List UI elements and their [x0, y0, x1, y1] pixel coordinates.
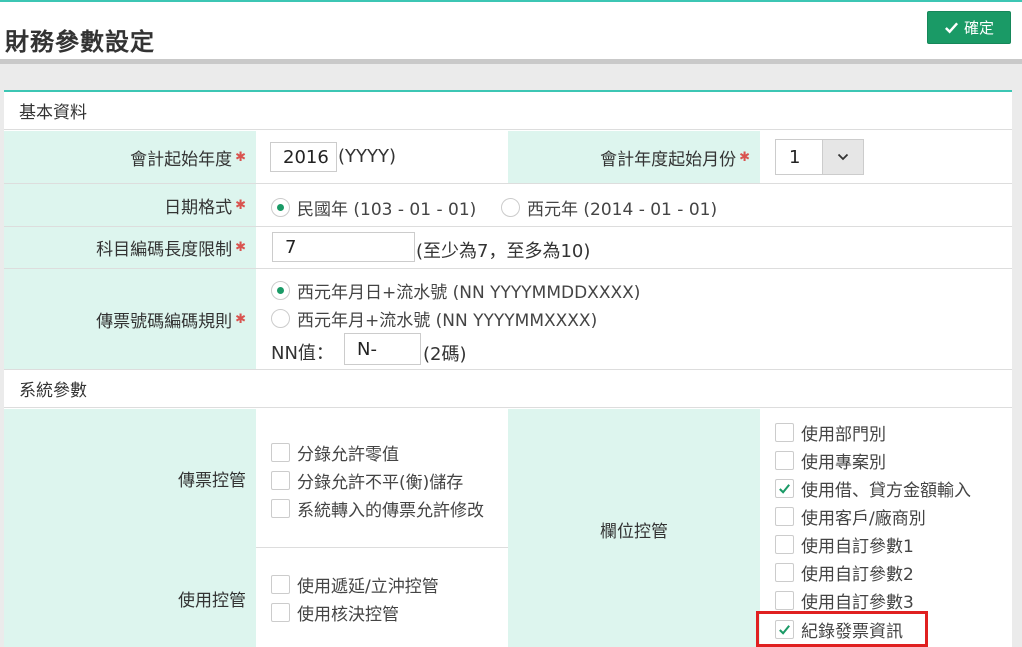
opt-debit-credit[interactable]: 使用借、貸方金額輸入 [775, 476, 971, 501]
start-month-value: 1 [789, 146, 801, 168]
checkbox-icon[interactable] [271, 499, 290, 518]
voucher-control-label: 傳票控管 [4, 409, 256, 547]
account-length-label: 科目編碼長度限制 ✱ [4, 227, 256, 268]
opt-deferral-control[interactable]: 使用遞延/立沖控管 [271, 572, 439, 597]
fiscal-year-cell: 2016 (YYYY) [256, 131, 508, 183]
voucher-rule-option-ymd[interactable]: 西元年月日+流水號 (NN YYYYMMDDXXXX) [271, 278, 640, 303]
checkbox-checked-icon[interactable] [775, 479, 794, 498]
section-basic-title: 基本資料 [4, 92, 1012, 130]
opt-project[interactable]: 使用專案別 [775, 448, 886, 473]
opt-custom-param-1[interactable]: 使用自訂參數1 [775, 532, 914, 557]
nn-input[interactable]: N- [344, 333, 421, 365]
checkbox-icon[interactable] [775, 535, 794, 554]
voucher-rule-option-ym[interactable]: 西元年月+流水號 (NN YYYYMMXXXX) [271, 306, 597, 331]
confirm-button[interactable]: 確定 [927, 11, 1011, 44]
voucher-rule-label: 傳票號碼編碼規則 ✱ [4, 269, 256, 369]
asterisk-icon: ✱ [235, 240, 246, 255]
start-month-label: 會計年度起始月份 ✱ [508, 131, 760, 183]
checkbox-icon[interactable] [775, 507, 794, 526]
asterisk-icon: ✱ [235, 197, 246, 213]
section-system-title: 系統參數 [4, 370, 1012, 408]
checkbox-icon[interactable] [775, 591, 794, 610]
radio-icon[interactable] [501, 198, 520, 217]
radio-icon[interactable] [271, 309, 290, 328]
field-control-label: 欄位控管 [508, 409, 760, 647]
fiscal-year-hint: (YYYY) [338, 146, 397, 167]
asterisk-icon: ✱ [235, 149, 246, 165]
radio-selected-icon[interactable] [271, 281, 290, 300]
asterisk-icon: ✱ [235, 311, 246, 327]
checkbox-icon[interactable] [271, 603, 290, 622]
row-divider [256, 547, 508, 548]
settings-panel: 基本資料 會計起始年度 ✱ 2016 (YYYY) 會計年度起始月份 ✱ 1 日期格… [4, 90, 1012, 647]
nn-hint: (2碼) [423, 344, 467, 365]
fiscal-year-label: 會計起始年度 ✱ [4, 131, 256, 183]
checkbox-icon[interactable] [775, 451, 794, 470]
opt-allow-zero[interactable]: 分錄允許零值 [271, 440, 399, 465]
opt-custom-param-2[interactable]: 使用自訂參數2 [775, 560, 914, 585]
date-format-option-ad[interactable]: 西元年 (2014 - 01 - 01) [501, 195, 717, 220]
account-length-input[interactable]: 7 [272, 232, 415, 262]
checkbox-icon[interactable] [775, 423, 794, 442]
fiscal-year-input[interactable]: 2016 [270, 142, 337, 172]
radio-selected-icon[interactable] [271, 198, 290, 217]
checkbox-icon[interactable] [271, 443, 290, 462]
account-length-hint: (至少為7，至多為10) [416, 241, 591, 262]
opt-allow-edit-imported[interactable]: 系統轉入的傳票允許修改 [271, 496, 484, 521]
confirm-button-label: 確定 [963, 19, 994, 37]
page-header: 財務參數設定 確定 [0, 2, 1022, 59]
opt-allow-unbalanced[interactable]: 分錄允許不平(衡)儲存 [271, 468, 463, 493]
opt-department[interactable]: 使用部門別 [775, 420, 886, 445]
usage-control-label: 使用控管 [4, 547, 256, 647]
opt-custom-param-3[interactable]: 使用自訂參數3 [775, 588, 914, 613]
page-title: 財務參數設定 [5, 28, 155, 56]
opt-approval-control[interactable]: 使用核決控管 [271, 600, 399, 625]
start-month-dropdown-button[interactable] [822, 140, 863, 174]
highlight-box [756, 611, 928, 647]
check-icon [779, 484, 790, 494]
opt-customer-vendor[interactable]: 使用客戶/廠商別 [775, 504, 926, 529]
start-month-select[interactable]: 1 [775, 139, 864, 175]
chevron-down-icon [837, 153, 849, 161]
checkbox-icon[interactable] [271, 471, 290, 490]
asterisk-icon: ✱ [739, 149, 750, 165]
date-format-label: 日期格式 ✱ [4, 184, 256, 226]
checkbox-icon[interactable] [775, 563, 794, 582]
checkbox-icon[interactable] [271, 575, 290, 594]
check-icon [944, 22, 959, 34]
date-format-option-roc[interactable]: 民國年 (103 - 01 - 01) [271, 195, 476, 220]
nn-label: NN值： [271, 343, 334, 364]
